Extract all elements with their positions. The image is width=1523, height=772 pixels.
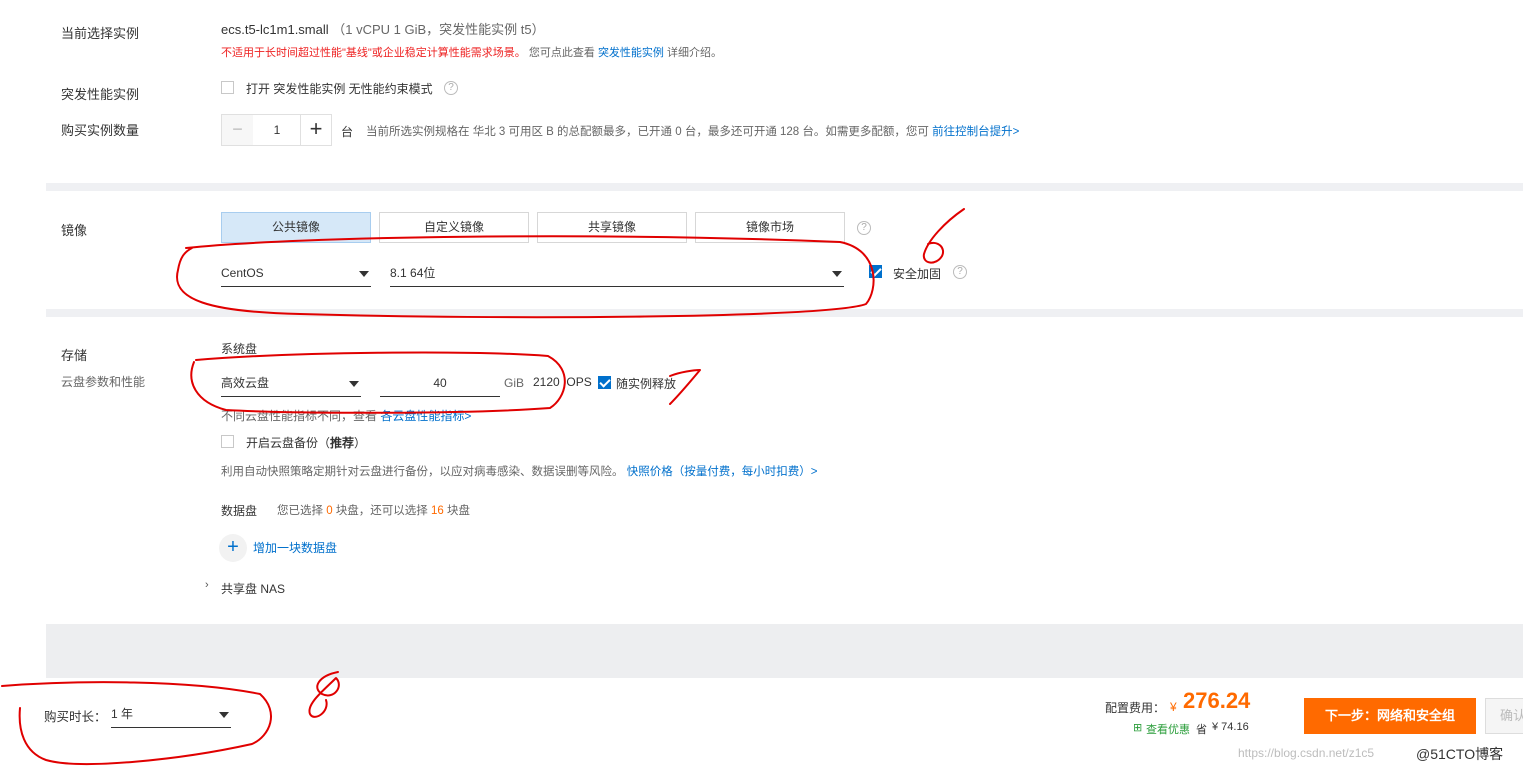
- chevron-down-icon: [219, 712, 229, 718]
- data-disk-remaining-count: 16: [431, 505, 444, 517]
- data-disk-selected-count: 0: [326, 505, 333, 517]
- add-icon[interactable]: +: [219, 534, 247, 562]
- disk-size-input[interactable]: 40: [380, 371, 500, 397]
- quantity-stepper: − 1 +: [221, 114, 332, 146]
- tab-public-image[interactable]: 公共镜像: [221, 212, 371, 243]
- quantity-info-text: 当前所选实例规格在 华北 3 可用区 B 的总配额最多，已开通 0 台，最多还可…: [366, 126, 929, 138]
- section-divider: [46, 309, 1523, 317]
- disk-perf-note-text: 不同云盘性能指标不同，查看: [221, 409, 378, 423]
- confirm-order-button[interactable]: 确认: [1485, 698, 1523, 734]
- chevron-down-icon: [359, 271, 369, 277]
- disk-iops: 2120 IOPS: [533, 375, 592, 389]
- data-disk-info-2: 块盘，还可以选择: [335, 505, 428, 517]
- snapshot-price-link[interactable]: 快照价格（按量付费，每小时扣费）>: [627, 466, 818, 478]
- os-select[interactable]: CentOS: [221, 261, 371, 287]
- tab-shared-image[interactable]: 共享镜像: [537, 212, 687, 243]
- quantity-input[interactable]: 1: [253, 115, 301, 145]
- security-hardening-label: 安全加固: [893, 267, 942, 281]
- image-help-icon[interactable]: ?: [857, 221, 871, 235]
- os-version-value: 8.1 64位: [390, 266, 436, 280]
- disk-size-unit: GiB: [504, 376, 525, 390]
- tab-custom-image[interactable]: 自定义镜像: [379, 212, 529, 243]
- release-with-instance-label: 随实例释放: [616, 377, 677, 391]
- image-label: 镜像: [61, 223, 88, 238]
- quota-increase-link[interactable]: 前往控制台提升>: [932, 126, 1019, 138]
- watermark-url: https://blog.csdn.net/z1c5: [1238, 746, 1375, 760]
- instance-note-suffix: 详细介绍。: [667, 47, 722, 59]
- tab-image-market[interactable]: 镜像市场: [695, 212, 845, 243]
- price-currency: ¥: [1170, 700, 1177, 714]
- instance-note: 不适用于长时间超过性能"基线"或企业稳定计算性能需求场景。 您可点此查看 突发性…: [221, 44, 722, 60]
- burst-option-text: 打开 突发性能实例 无性能约束模式: [246, 82, 433, 96]
- instance-spec: ecs.t5-lc1m1.small: [221, 22, 329, 37]
- burst-instance-link[interactable]: 突发性能实例: [598, 47, 664, 59]
- data-disk-info: 您已选择 0 块盘，还可以选择 16 块盘: [277, 502, 470, 518]
- burst-help-icon[interactable]: ?: [444, 81, 458, 95]
- disk-type-value: 高效云盘: [221, 376, 270, 390]
- price-total: 276.24: [1183, 688, 1251, 713]
- release-with-instance-checkbox[interactable]: [598, 376, 611, 389]
- quantity-label: 购买实例数量: [61, 123, 140, 138]
- disk-backup-checkbox[interactable]: [221, 435, 234, 448]
- annotation-digit: [308, 671, 340, 718]
- quantity-unit: 台: [341, 125, 354, 139]
- instance-spec-detail: （1 vCPU 1 GiB，突发性能实例 t5）: [332, 22, 545, 37]
- os-version-select[interactable]: 8.1 64位: [390, 261, 844, 287]
- burst-label: 突发性能实例: [61, 87, 140, 102]
- instance-note-prefix: 您可点此查看: [528, 47, 595, 59]
- add-data-disk-button[interactable]: 增加一块数据盘: [253, 539, 337, 556]
- instance-warning: 不适用于长时间超过性能"基线"或企业稳定计算性能需求场景。: [221, 47, 526, 59]
- save-amount: ¥ 74.16: [1212, 721, 1249, 733]
- nas-toggle[interactable]: 共享盘 NAS: [221, 580, 285, 597]
- disk-perf-note: 不同云盘性能指标不同，查看 各云盘性能指标>: [221, 407, 471, 424]
- quantity-info: 当前所选实例规格在 华北 3 可用区 B 的总配额最多，已开通 0 台，最多还可…: [366, 123, 1019, 139]
- data-disk-info-3: 块盘: [447, 505, 471, 517]
- data-disk-info-1: 您已选择: [277, 505, 323, 517]
- instance-label: 当前选择实例: [61, 26, 140, 41]
- disk-backup-recommend: 推荐: [330, 436, 355, 450]
- quantity-decrement-button[interactable]: −: [222, 115, 253, 145]
- duration-label: 购买时长：: [44, 710, 107, 724]
- data-disk-label: 数据盘: [221, 504, 258, 518]
- save-label: 省: [1196, 724, 1207, 736]
- storage-sublabel: 云盘参数和性能: [61, 375, 146, 389]
- system-disk-label: 系统盘: [221, 342, 258, 356]
- watermark-brand: @51CTO博客: [1416, 746, 1504, 762]
- section-divider: [46, 183, 1523, 191]
- backup-note: 利用自动快照策略定期针对云盘进行备份，以应对病毒感染、数据误删等风险。 快照价格…: [221, 463, 817, 479]
- annotation-digit: [922, 208, 965, 264]
- security-hardening-checkbox[interactable]: [869, 265, 882, 278]
- chevron-right-icon[interactable]: ›: [205, 579, 209, 591]
- disk-type-select[interactable]: 高效云盘: [221, 371, 361, 397]
- backup-note-text: 利用自动快照策略定期针对云盘进行备份，以应对病毒感染、数据误删等风险。: [221, 466, 624, 478]
- chevron-down-icon: [832, 271, 842, 277]
- gift-icon: ⊞: [1133, 722, 1143, 734]
- disk-backup-label: 开启云盘备份（: [246, 436, 331, 450]
- quantity-increment-button[interactable]: +: [300, 115, 331, 145]
- storage-label: 存储: [61, 348, 88, 363]
- duration-select[interactable]: 1 年: [111, 702, 231, 728]
- section-divider: [46, 624, 1523, 678]
- instance-spec-line: ecs.t5-lc1m1.small （1 vCPU 1 GiB，突发性能实例 …: [221, 19, 545, 38]
- burst-unlimited-checkbox[interactable]: [221, 81, 234, 94]
- disk-perf-link[interactable]: 各云盘性能指标>: [380, 409, 471, 423]
- discount-link[interactable]: 查看优惠: [1146, 721, 1190, 737]
- duration-value: 1 年: [111, 707, 134, 721]
- os-select-value: CentOS: [221, 266, 264, 280]
- disk-backup-label-line: 开启云盘备份（推荐）: [246, 434, 366, 451]
- disk-backup-close: ）: [354, 436, 367, 450]
- security-help-icon[interactable]: ?: [953, 265, 967, 279]
- price-label: 配置费用：: [1105, 701, 1166, 715]
- next-step-button[interactable]: 下一步：网络和安全组: [1304, 698, 1476, 734]
- chevron-down-icon: [349, 381, 359, 387]
